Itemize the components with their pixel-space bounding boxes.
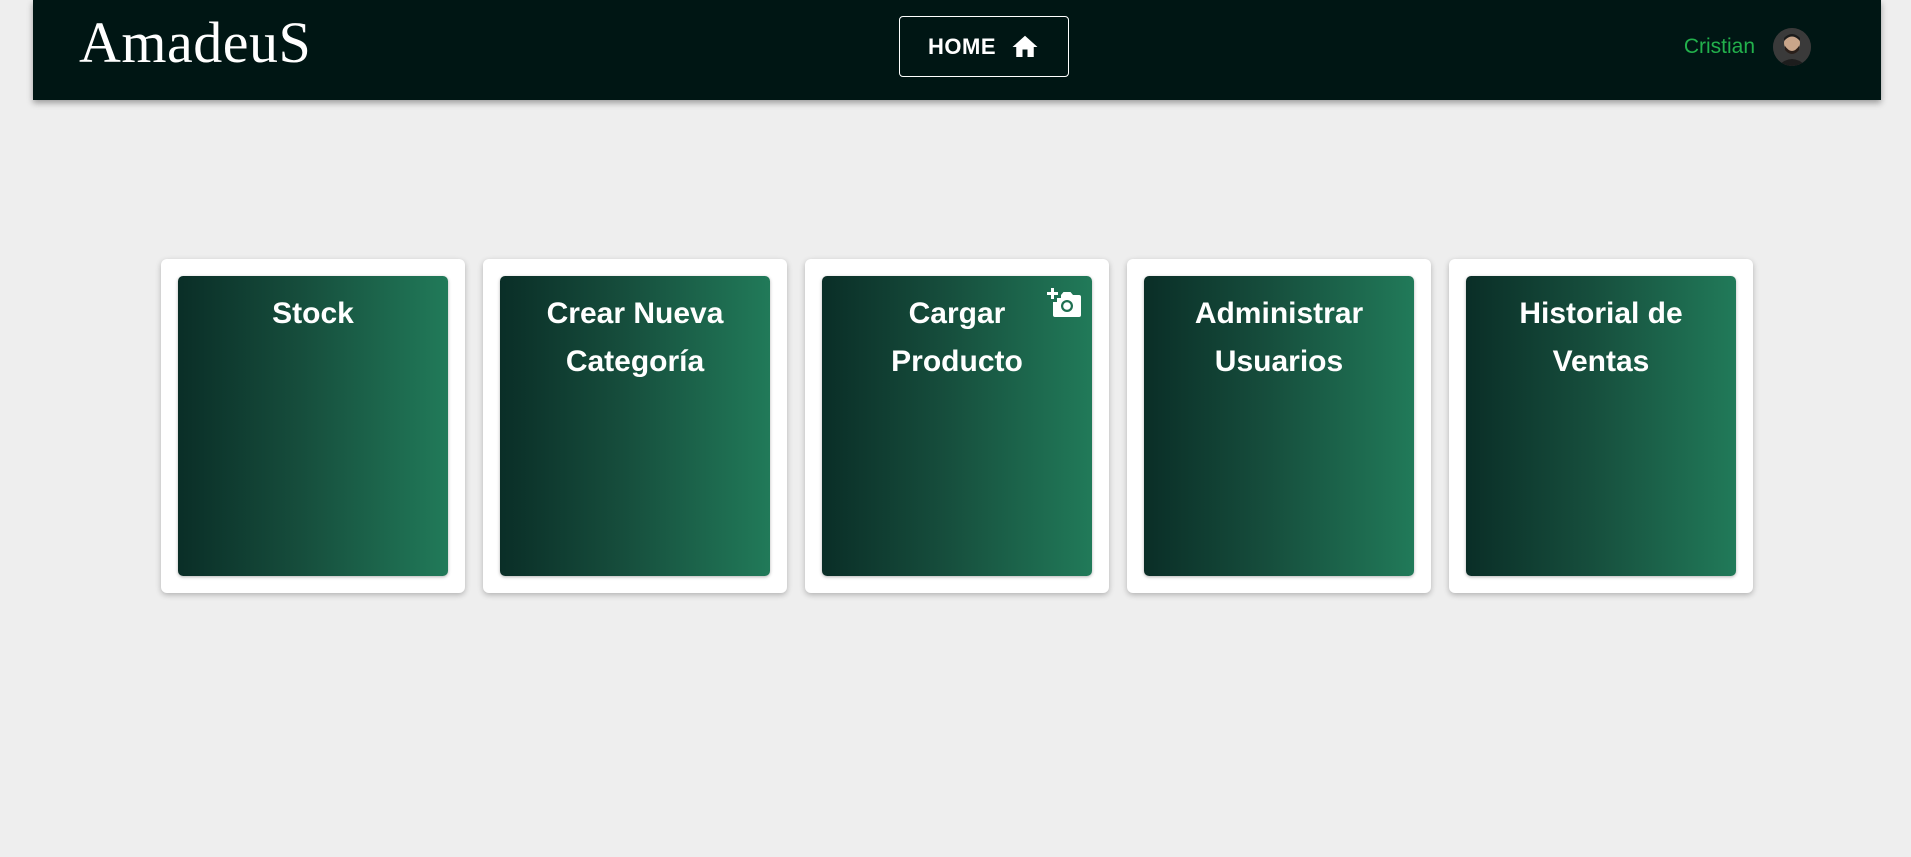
home-button-label: HOME [928,33,996,59]
card-panel: Stock [178,276,448,576]
card-panel: Cargar Producto [822,276,1092,576]
user-avatar-icon [1773,28,1811,66]
card-cargar-producto[interactable]: Cargar Producto [805,259,1109,593]
card-panel: Administrar Usuarios [1144,276,1414,576]
card-title: Historial de Ventas [1519,297,1683,378]
home-button[interactable]: HOME [899,16,1069,77]
user-menu[interactable]: Cristian [1684,28,1811,66]
card-stock[interactable]: Stock [161,259,465,593]
card-panel: Historial de Ventas [1466,276,1736,576]
card-title: Administrar Usuarios [1194,297,1364,378]
add-photo-icon [1047,288,1081,317]
avatar[interactable] [1773,28,1811,66]
menu-cards: Stock Crear Nueva Categoría Cargar Produ… [161,259,1753,593]
card-crear-nueva-categoria[interactable]: Crear Nueva Categoría [483,259,787,593]
card-administrar-usuarios[interactable]: Administrar Usuarios [1127,259,1431,593]
user-name: Cristian [1683,35,1755,58]
brand-logo[interactable]: AmadeuS [79,14,311,72]
home-icon [1012,35,1038,57]
card-historial-de-ventas[interactable]: Historial de Ventas [1449,259,1753,593]
top-navbar: AmadeuS HOME Cristian [33,0,1881,100]
card-panel: Crear Nueva Categoría [500,276,770,576]
card-title: Crear Nueva Categoría [546,297,724,378]
card-title: Stock [272,297,354,330]
